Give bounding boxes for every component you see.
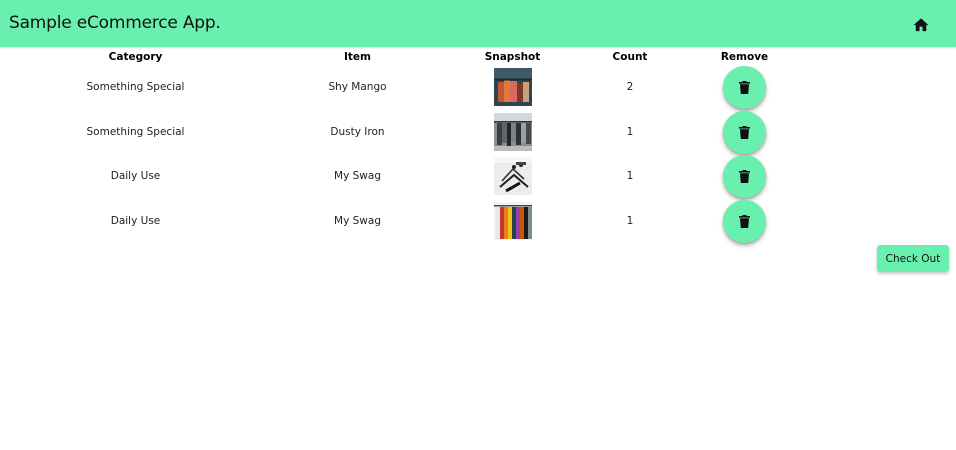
home-icon [913, 18, 929, 32]
header-snapshot: Snapshot [484, 51, 541, 63]
hangers-photo [493, 157, 532, 196]
row-snapshot [469, 199, 556, 244]
clothing-rack-photo [493, 68, 532, 107]
row-snapshot [469, 110, 556, 155]
header-remove: Remove [720, 51, 769, 63]
checkout-button[interactable]: Check Out [877, 245, 949, 272]
row-count: 2 [626, 81, 634, 94]
row-category: Daily Use [110, 214, 161, 227]
table-row: Something Special Shy Mango 2 [25, 65, 785, 110]
cart-table: Category Item Snapshot Count Remove Some… [25, 49, 785, 243]
table-row: Something Special Dusty Iron 1 [25, 110, 785, 155]
remove-button[interactable] [723, 66, 766, 110]
app-bar: Sample eCommerce App. [0, 0, 956, 47]
trash-icon [739, 125, 750, 139]
row-item: My Swag [334, 170, 381, 183]
header-count: Count [612, 51, 648, 63]
table-header-row: Category Item Snapshot Count Remove [25, 49, 785, 65]
row-count: 1 [626, 214, 634, 227]
row-snapshot [469, 65, 556, 110]
row-item: Dusty Iron [330, 125, 385, 138]
colorful-shirts-photo [493, 201, 532, 240]
remove-button[interactable] [723, 155, 766, 199]
app-title: Sample eCommerce App. [9, 13, 221, 33]
trash-icon [739, 214, 750, 228]
trash-icon [739, 170, 750, 184]
trash-icon [739, 81, 750, 95]
table-row: Daily Use My Swag 1 [25, 154, 785, 199]
row-snapshot [469, 154, 556, 199]
row-count: 1 [626, 125, 634, 138]
row-category: Something Special [86, 81, 185, 94]
row-category: Something Special [86, 125, 185, 138]
row-category: Daily Use [110, 170, 161, 183]
home-button[interactable] [906, 9, 936, 39]
clothing-store-photo [493, 112, 532, 151]
header-item: Item [344, 51, 371, 63]
remove-button[interactable] [723, 199, 766, 243]
table-row: Daily Use My Swag 1 [25, 199, 785, 244]
remove-button[interactable] [723, 110, 766, 154]
row-item: Shy Mango [328, 81, 387, 94]
row-count: 1 [626, 170, 634, 183]
row-item: My Swag [334, 214, 381, 227]
header-category: Category [108, 51, 163, 63]
